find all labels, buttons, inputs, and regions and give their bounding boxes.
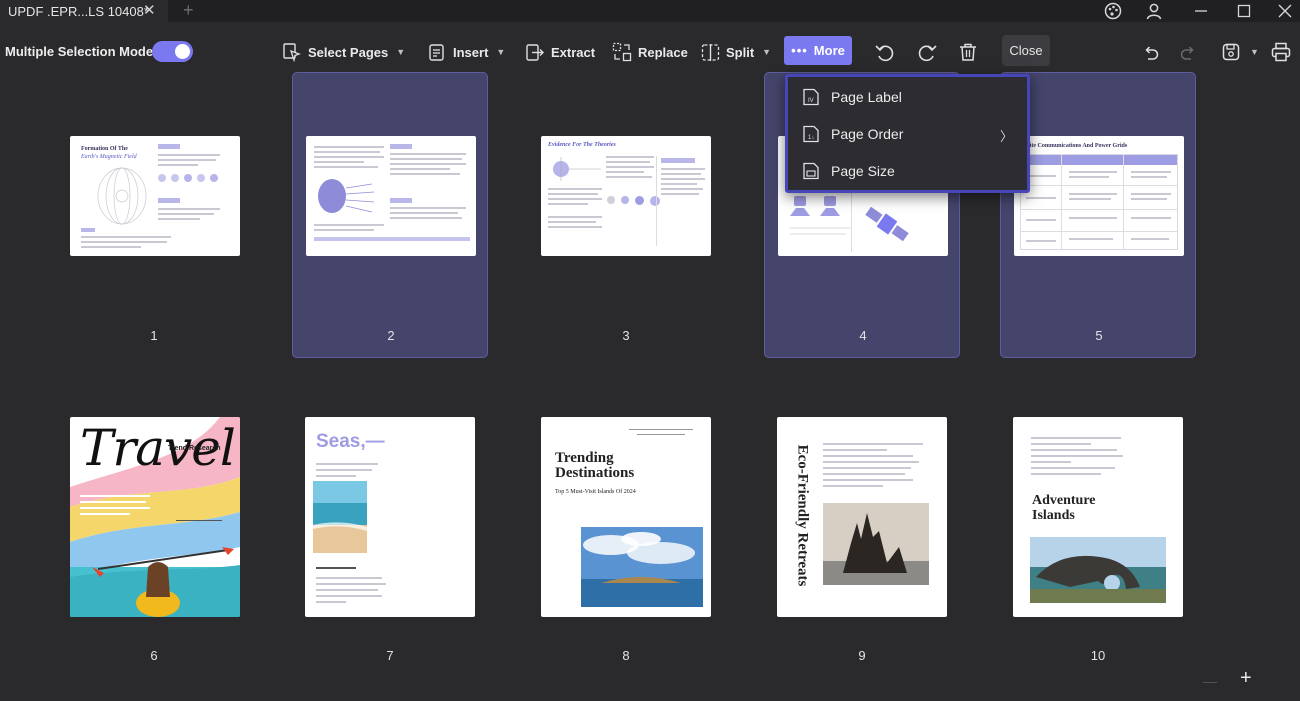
split-label: Split <box>726 44 755 60</box>
insert-label: Insert <box>453 44 489 60</box>
close-window-icon[interactable] <box>1274 1 1296 21</box>
page-size-icon <box>803 162 819 180</box>
page-number: 7 <box>386 648 394 663</box>
menu-item-page-label[interactable]: IV Page Label <box>788 80 1027 114</box>
page-number: 6 <box>150 648 158 663</box>
thumb-title: Evidence For The Theories <box>548 142 616 148</box>
page-number: 3 <box>622 328 630 343</box>
page-card-10[interactable]: Adventure Islands 10 <box>1000 354 1196 663</box>
page-card-2[interactable]: 2 <box>292 72 488 358</box>
page-label-icon: IV <box>803 88 819 106</box>
page-thumbnail-5[interactable]: lite Communications And Power Grids <box>1014 136 1184 256</box>
replace-icon <box>612 42 632 62</box>
chevron-down-icon: ▼ <box>762 47 772 57</box>
page-card-3[interactable]: Evidence For The Theories 3 <box>528 73 724 359</box>
zoom-out-icon[interactable]: — <box>1203 671 1217 691</box>
save-icon[interactable] <box>1218 39 1244 65</box>
page-order-icon: 1↓ <box>803 125 819 143</box>
page-number: 4 <box>859 328 867 343</box>
page-number: 10 <box>1090 648 1106 663</box>
page-card-9[interactable]: Eco-Friendly Retreats 9 <box>764 354 960 663</box>
more-dropdown-menu: IV Page Label 1↓ Page Order 〉 Page Size <box>785 74 1030 193</box>
document-tab-title: UPDF .EPR...LS 10408* <box>8 3 149 19</box>
extract-label: Extract <box>551 44 596 60</box>
page-thumbnail-7[interactable]: Seas,— <box>305 417 475 617</box>
split-button[interactable]: Split ▼ <box>701 41 771 63</box>
page-number: 9 <box>858 648 866 663</box>
page-number: 8 <box>622 648 630 663</box>
more-button[interactable]: ••• More <box>784 36 852 65</box>
replace-label: Replace <box>638 44 688 60</box>
multiple-selection-label: Multiple Selection Mode <box>5 44 154 59</box>
save-options-chevron-icon[interactable]: ▼ <box>1250 47 1259 57</box>
page-thumbnail-8[interactable]: Trending Destinations Top 5 Must-Visit I… <box>541 417 711 617</box>
undo-icon[interactable] <box>1138 39 1164 65</box>
page-card-1[interactable]: Formation Of The Earth's Magnetic Field … <box>56 73 252 359</box>
minimize-icon[interactable] <box>1190 1 1212 21</box>
split-icon <box>701 43 720 61</box>
select-pages-label: Select Pages <box>308 44 389 60</box>
close-button[interactable]: Close <box>1002 35 1050 66</box>
multiple-selection-toggle[interactable] <box>152 41 193 62</box>
page-number: 2 <box>387 328 395 343</box>
thumb-title-line2: Destinations <box>555 465 635 481</box>
insert-button[interactable]: Insert ▼ <box>428 41 505 63</box>
menu-item-page-order[interactable]: 1↓ Page Order 〉 <box>788 117 1027 151</box>
thumb-subtitle: Earth's Magnetic Field <box>81 154 137 160</box>
theme-palette-icon[interactable] <box>1102 1 1124 21</box>
print-icon[interactable] <box>1268 39 1294 65</box>
chevron-down-icon: ▼ <box>396 47 406 57</box>
page-thumbnail-6[interactable]: Travel Trend Research <box>70 417 240 617</box>
page-card-7[interactable]: Seas,— 7 <box>292 354 488 663</box>
page-thumbnail-3[interactable]: Evidence For The Theories <box>541 136 711 256</box>
menu-item-label: Page Label <box>831 89 902 105</box>
thumb-title: Eco-Friendly Retreats <box>794 444 811 587</box>
extract-icon <box>526 43 544 61</box>
thumb-subtitle: Trend Research <box>168 445 221 452</box>
thumb-title: Formation Of The <box>81 146 128 152</box>
thumb-title-line2: Islands <box>1032 508 1075 523</box>
user-account-icon[interactable] <box>1143 1 1165 21</box>
thumb-title: Adventure <box>1032 493 1096 508</box>
page-thumbnail-10[interactable]: Adventure Islands <box>1013 417 1183 617</box>
svg-text:1↓: 1↓ <box>808 135 814 141</box>
thumb-title: Trending <box>555 450 614 466</box>
select-pages-icon <box>283 43 301 62</box>
document-tab[interactable]: UPDF .EPR...LS 10408* ✕ <box>0 0 168 22</box>
page-number: 5 <box>1095 328 1103 343</box>
thumb-subtitle: Top 5 Must-Visit Islands Of 2024 <box>555 489 636 495</box>
title-bar: UPDF .EPR...LS 10408* ✕ + <box>0 0 1300 22</box>
thumb-title: lite Communications And Power Grids <box>1028 143 1128 149</box>
svg-text:IV: IV <box>808 98 814 104</box>
thumb-title: Seas,— <box>316 431 385 452</box>
page-thumbnail-9[interactable]: Eco-Friendly Retreats <box>777 417 947 617</box>
tab-close-icon[interactable]: ✕ <box>143 3 156 19</box>
delete-trash-icon[interactable] <box>955 39 981 65</box>
chevron-down-icon: ▼ <box>496 47 506 57</box>
insert-page-icon <box>429 43 444 61</box>
add-tab-icon[interactable]: + <box>183 1 194 19</box>
extract-button[interactable]: Extract <box>525 41 595 63</box>
menu-item-label: Page Size <box>831 163 895 179</box>
zoom-in-icon[interactable]: + <box>1240 668 1252 688</box>
rotate-left-icon[interactable] <box>872 39 898 65</box>
more-label: More <box>813 43 845 58</box>
chevron-right-icon: 〉 <box>999 129 1013 144</box>
menu-item-page-size[interactable]: Page Size <box>788 154 1027 188</box>
page-card-6[interactable]: Travel Trend Research 6 <box>56 354 252 663</box>
redo-icon[interactable] <box>1175 39 1201 65</box>
select-pages-button[interactable]: Select Pages ▼ <box>282 41 405 63</box>
rotate-right-icon[interactable] <box>914 39 940 65</box>
page-number: 1 <box>150 328 158 343</box>
menu-item-label: Page Order <box>831 126 904 142</box>
maximize-icon[interactable] <box>1233 1 1255 21</box>
page-thumbnail-1[interactable]: Formation Of The Earth's Magnetic Field <box>70 136 240 256</box>
more-dots-icon: ••• <box>791 43 808 58</box>
replace-button[interactable]: Replace <box>612 41 688 63</box>
close-label: Close <box>1009 43 1043 58</box>
page-card-8[interactable]: Trending Destinations Top 5 Must-Visit I… <box>528 354 724 663</box>
page-organize-toolbar: Multiple Selection Mode Select Pages ▼ I… <box>0 22 1300 72</box>
page-thumbnail-2[interactable] <box>306 136 476 256</box>
